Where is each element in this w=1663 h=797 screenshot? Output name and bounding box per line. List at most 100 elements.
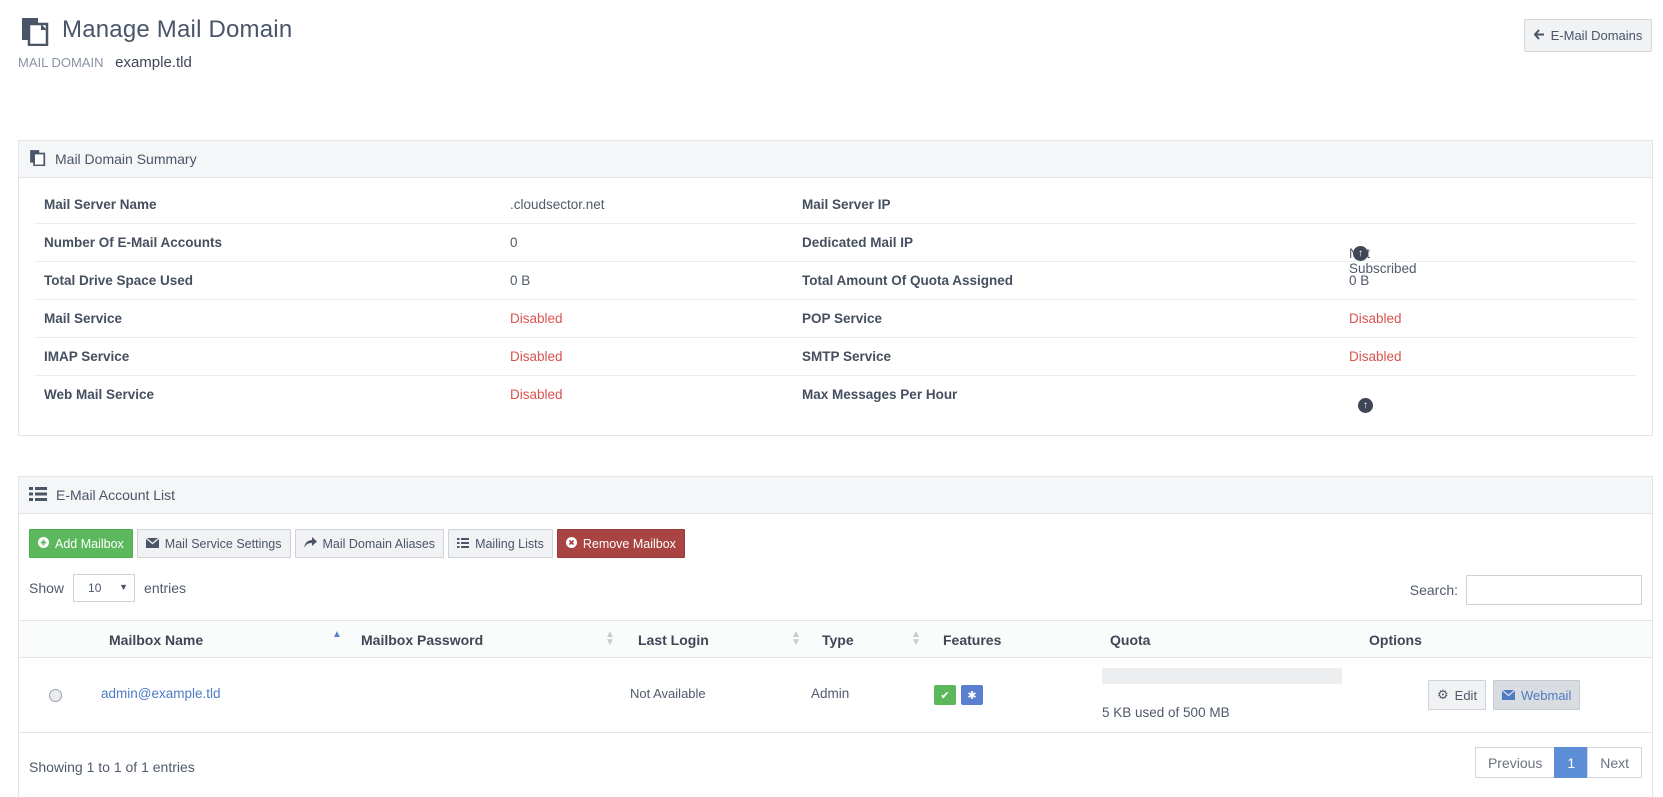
summary-label: Mail Service <box>44 311 123 326</box>
summary-label: Web Mail Service <box>44 387 155 402</box>
status-disabled: Disabled <box>1349 349 1402 364</box>
summary-panel-header: Mail Domain Summary <box>19 141 1652 178</box>
type-value: Admin <box>811 686 850 701</box>
summary-label: Mail Server Name <box>44 197 157 212</box>
summary-label: Total Amount Of Quota Assigned <box>802 273 1013 288</box>
summary-label: Number Of E-Mail Accounts <box>44 235 223 250</box>
edit-button[interactable]: ⚙ Edit <box>1428 680 1487 710</box>
mailing-lists-label: Mailing Lists <box>475 536 544 551</box>
last-login-value: Not Available <box>630 686 706 701</box>
webmail-button[interactable]: Webmail <box>1493 680 1581 710</box>
mail-domain-icon <box>29 149 46 169</box>
column-mailbox-name[interactable]: Mailbox Name <box>109 632 203 648</box>
summary-label: SMTP Service <box>802 349 892 364</box>
email-account-list-panel: E-Mail Account List Add Mailbox Mail Ser… <box>18 476 1653 797</box>
summary-row: Web Mail Service Disabled Max Messages P… <box>34 376 1636 414</box>
column-last-login[interactable]: Last Login <box>638 632 709 648</box>
status-disabled: Disabled <box>1349 311 1402 326</box>
sort-ascending-icon: ▲ <box>332 629 342 640</box>
remove-mailbox-label: Remove Mailbox <box>582 536 676 551</box>
row-select-radio[interactable] <box>49 689 62 702</box>
page-size-select[interactable]: 10 ▼ <box>73 574 136 602</box>
summary-label: Mail Server IP <box>802 197 891 212</box>
page-title: Manage Mail Domain <box>62 16 293 43</box>
add-mailbox-label: Add Mailbox <box>55 536 124 551</box>
summary-row: Mail Service Disabled POP Service Disabl… <box>34 300 1636 338</box>
upgrade-arrow-icon[interactable]: ↑ <box>1353 246 1368 261</box>
mail-service-settings-label: Mail Service Settings <box>164 536 282 551</box>
gear-icon: ⚙ <box>1437 687 1449 702</box>
search-label: Search: <box>1409 582 1458 598</box>
mail-service-settings-button[interactable]: Mail Service Settings <box>136 529 291 558</box>
column-options: Options <box>1369 632 1422 648</box>
quota-progress-bar <box>1102 668 1342 684</box>
domain-name: example.tld <box>115 54 192 71</box>
summary-row: Mail Server Name .cloudsector.net Mail S… <box>34 186 1636 224</box>
edit-label: Edit <box>1454 687 1478 703</box>
bug-icon: ✱ <box>961 685 983 705</box>
summary-value: 0 B <box>510 273 531 288</box>
column-type[interactable]: Type <box>822 632 854 648</box>
chevron-down-icon: ▼ <box>119 582 129 592</box>
quota-text: 5 KB used of 500 MB <box>1102 705 1230 720</box>
upgrade-arrow-icon[interactable]: ↑ <box>1358 398 1373 413</box>
summary-label: Max Messages Per Hour <box>802 387 958 402</box>
sort-icon: ▲ ▼ <box>791 629 801 648</box>
remove-mailbox-button[interactable]: Remove Mailbox <box>556 529 685 558</box>
table-info: Showing 1 to 1 of 1 entries <box>29 759 195 775</box>
column-mailbox-password[interactable]: Mailbox Password <box>361 632 483 648</box>
summary-value: .cloudsector.net <box>510 197 605 212</box>
summary-label: Dedicated Mail IP <box>802 235 914 250</box>
summary-panel-title: Mail Domain Summary <box>55 151 197 167</box>
summary-label: POP Service <box>802 311 883 326</box>
mailing-lists-button[interactable]: Mailing Lists <box>448 529 553 558</box>
pagination: Previous 1 Next <box>1474 747 1642 778</box>
list-icon <box>457 537 470 551</box>
show-label: Show <box>29 580 65 596</box>
subtitle-label: MAIL DOMAIN <box>18 55 104 70</box>
mail-domain-summary-panel: Mail Domain Summary Mail Server Name .cl… <box>18 140 1653 436</box>
envelope-icon <box>145 537 160 551</box>
plus-circle-icon <box>38 536 49 551</box>
summary-value: 0 <box>510 235 518 250</box>
table-row: admin@example.tld Not Available Admin ✔ … <box>19 658 1652 733</box>
entries-label: entries <box>144 580 187 596</box>
mail-domain-aliases-button[interactable]: Mail Domain Aliases <box>294 529 445 558</box>
back-button-label: E-Mail Domains <box>1550 28 1643 43</box>
summary-row: Total Drive Space Used 0 B Total Amount … <box>34 262 1636 300</box>
next-page-button[interactable]: Next <box>1587 747 1642 778</box>
column-features: Features <box>943 632 1002 648</box>
summary-label: Total Drive Space Used <box>44 273 194 288</box>
webmail-label: Webmail <box>1521 687 1572 703</box>
add-mailbox-button[interactable]: Add Mailbox <box>29 529 133 558</box>
search-control: Search: <box>1410 575 1642 605</box>
status-disabled: Disabled <box>510 387 563 402</box>
search-input[interactable] <box>1466 575 1642 605</box>
back-to-email-domains-button[interactable]: E-Mail Domains <box>1524 19 1652 52</box>
page-size-value: 10 <box>88 581 102 595</box>
sort-icon: ▲ ▼ <box>605 629 615 648</box>
mail-domain-icon <box>20 16 50 47</box>
mailbox-name-link[interactable]: admin@example.tld <box>101 686 221 701</box>
list-panel-header: E-Mail Account List <box>19 477 1652 514</box>
envelope-icon <box>1501 688 1516 703</box>
page-length-control: Show 10 ▼ entries <box>29 574 186 602</box>
sort-icon: ▲ ▼ <box>911 629 921 648</box>
summary-row: IMAP Service Disabled SMTP Service Disab… <box>34 338 1636 376</box>
status-disabled: Disabled <box>510 349 563 364</box>
page-1-button[interactable]: 1 <box>1554 747 1589 778</box>
status-disabled: Disabled <box>510 311 563 326</box>
previous-page-button[interactable]: Previous <box>1474 747 1556 778</box>
table-header: Mailbox Name ▲ Mailbox Password ▲ ▼ Last … <box>19 620 1652 658</box>
times-circle-icon <box>565 536 577 551</box>
arrow-left-icon <box>1533 28 1545 43</box>
domain-subtitle: MAIL DOMAIN example.tld <box>18 54 192 71</box>
column-quota: Quota <box>1110 632 1151 648</box>
mail-domain-aliases-label: Mail Domain Aliases <box>322 536 436 551</box>
summary-row: Number Of E-Mail Accounts 0 Dedicated Ma… <box>34 224 1636 276</box>
summary-table: Mail Server Name .cloudsector.net Mail S… <box>34 186 1636 414</box>
summary-label: IMAP Service <box>44 349 130 364</box>
summary-value: 0 B <box>1349 273 1370 288</box>
share-arrow-icon <box>303 536 317 551</box>
list-panel-title: E-Mail Account List <box>56 487 176 503</box>
